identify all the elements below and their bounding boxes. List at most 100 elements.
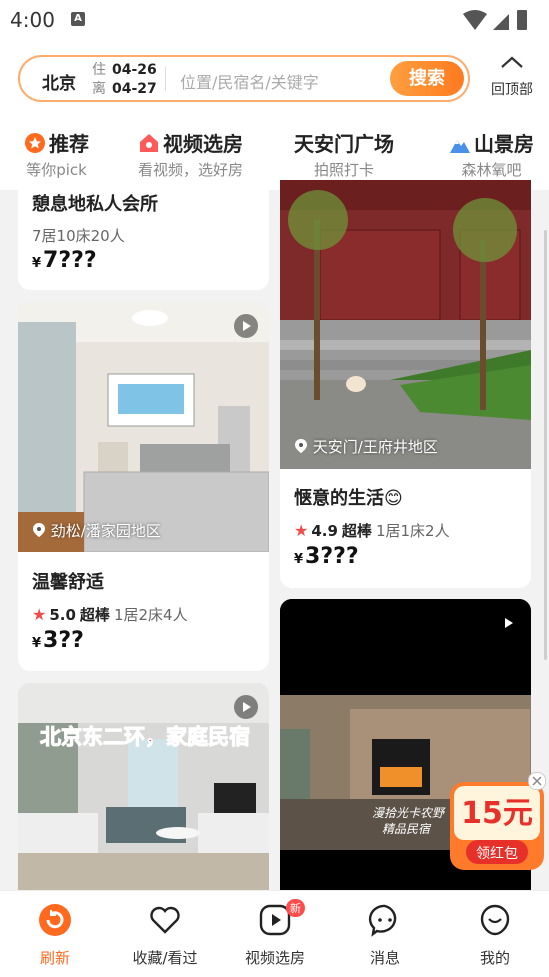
promo-label: 领红包 bbox=[476, 846, 518, 862]
mountain-icon bbox=[450, 140, 470, 153]
location-text: 天安门/王府井地区 bbox=[312, 438, 438, 456]
location-tag: 天安门/王府井地区 bbox=[294, 436, 438, 457]
search-bar[interactable]: 北京 住 04-26 离 04-27 位置/民宿名/关键字 搜索 bbox=[18, 55, 470, 102]
system-status-icons bbox=[463, 10, 527, 30]
back-to-top-button[interactable]: 回顶部 bbox=[484, 54, 540, 99]
listing-rating-row: ★ 4.9 超棒 1居1床2人 bbox=[294, 520, 450, 541]
tab-video-selection[interactable]: 视频选房 看视频，选好房 bbox=[138, 128, 243, 180]
tab-mountain-view[interactable]: 山景房 森林氧吧 bbox=[449, 128, 534, 180]
living-room-photo bbox=[18, 683, 269, 890]
city-selector[interactable]: 北京 bbox=[42, 69, 76, 94]
currency-symbol: ¥ bbox=[32, 256, 42, 271]
search-button[interactable]: 搜索 bbox=[390, 61, 464, 96]
rating-label: 超棒 bbox=[341, 522, 372, 540]
rating-score: 5.0 bbox=[49, 606, 76, 624]
tab-recommend-title: 推荐 bbox=[49, 132, 89, 156]
nav-video-selection[interactable]: 新 视频选房 bbox=[220, 899, 330, 968]
nav-refresh-label: 刷新 bbox=[39, 949, 70, 967]
nav-favorites[interactable]: 收藏/看过 bbox=[110, 903, 220, 968]
tab-mountain-sub: 森林氧吧 bbox=[461, 161, 522, 179]
promo-amount: 15元 bbox=[461, 796, 533, 831]
rating-score: 4.9 bbox=[311, 522, 338, 540]
nav-profile[interactable]: 我的 bbox=[440, 903, 549, 968]
video-play-icon[interactable] bbox=[234, 695, 258, 719]
nav-video-label: 视频选房 bbox=[244, 949, 305, 967]
tab-tiananmen-title: 天安门广场 bbox=[294, 132, 394, 156]
listing-price: ¥3??? bbox=[294, 544, 359, 569]
listing-rooms: 7居10床20人 bbox=[32, 227, 125, 245]
listing-card[interactable]: 天安门/王府井地区 惬意的生活😊 ★ 4.9 超棒 1居1床2人 ¥3??? bbox=[280, 180, 531, 588]
nav-messages-label: 消息 bbox=[369, 949, 400, 967]
listing-rooms: 1居1床2人 bbox=[375, 522, 450, 540]
listing-photo bbox=[18, 683, 269, 890]
profile-icon bbox=[480, 904, 510, 936]
status-time: 4:00 bbox=[10, 8, 55, 32]
chat-bubble-icon bbox=[368, 904, 397, 937]
nav-messages[interactable]: 消息 bbox=[330, 903, 440, 968]
video-play-icon[interactable] bbox=[234, 314, 258, 338]
search-input[interactable]: 位置/民宿名/关键字 bbox=[180, 69, 319, 93]
courtyard-photo bbox=[280, 180, 531, 469]
status-bar: 4:00 A bbox=[0, 0, 549, 40]
checkout-date: 04-27 bbox=[112, 81, 157, 97]
house-video-icon bbox=[140, 134, 158, 152]
listing-rating-row: ★ 5.0 超棒 1居2床4人 bbox=[32, 604, 188, 625]
listing-title: 温馨舒适 bbox=[32, 572, 104, 593]
red-packet-promo[interactable]: 15元 领红包 bbox=[448, 772, 546, 872]
location-pin-icon bbox=[33, 523, 45, 537]
location-text: 劲松/潘家园地区 bbox=[50, 522, 161, 540]
nav-profile-label: 我的 bbox=[479, 949, 510, 967]
currency-symbol: ¥ bbox=[294, 552, 304, 567]
listing-card[interactable]: 北京东二环，家庭民宿 bbox=[18, 683, 269, 890]
checkin-label: 住 bbox=[92, 62, 106, 78]
search-divider bbox=[165, 67, 166, 91]
listing-photo bbox=[18, 302, 269, 552]
listing-title: 憩息地私人会所 bbox=[32, 194, 158, 215]
price-value: 3??? bbox=[305, 544, 359, 569]
refresh-icon bbox=[39, 904, 71, 936]
listing-price: ¥7??? bbox=[32, 248, 97, 273]
tab-video-title: 视频选房 bbox=[163, 132, 243, 156]
nav-favorites-label: 收藏/看过 bbox=[132, 949, 198, 967]
nav-refresh[interactable]: 刷新 bbox=[0, 903, 110, 968]
chevron-up-icon bbox=[501, 56, 523, 68]
listing-photo bbox=[280, 180, 531, 469]
listing-card[interactable]: 憩息地私人会所 7居10床20人 ¥7??? bbox=[18, 180, 269, 290]
header: 北京 住 04-26 离 04-27 位置/民宿名/关键字 搜索 回顶部 推荐 等你… bbox=[0, 40, 549, 190]
badge-star-icon bbox=[25, 133, 45, 153]
video-caption-line-2: 精品民宿 bbox=[382, 822, 431, 836]
tab-video-sub: 看视频，选好房 bbox=[138, 161, 244, 179]
heart-icon bbox=[150, 906, 180, 934]
listing-price: ¥3?? bbox=[32, 628, 84, 653]
video-caption-line-1: 漫拾光卡农野 bbox=[372, 806, 445, 820]
date-selector[interactable]: 住 04-26 离 04-27 bbox=[92, 61, 157, 99]
notification-icon: A bbox=[71, 12, 85, 26]
tab-recommend-sub: 等你pick bbox=[26, 161, 87, 179]
bottom-navigation: 刷新 收藏/看过 新 视频选房 消息 我的 bbox=[0, 890, 549, 977]
location-tag: 劲松/潘家园地区 bbox=[32, 520, 161, 541]
video-play-icon[interactable] bbox=[496, 611, 520, 635]
video-overlay-text: 北京东二环，家庭民宿 bbox=[40, 725, 251, 750]
listing-rooms: 1居2床4人 bbox=[113, 606, 188, 624]
price-value: 7??? bbox=[43, 248, 97, 273]
star-icon: ★ bbox=[294, 521, 309, 540]
location-pin-icon bbox=[295, 439, 307, 453]
tab-tiananmen-sub: 拍照打卡 bbox=[313, 161, 374, 179]
price-value: 3?? bbox=[43, 628, 84, 653]
listing-title: 惬意的生活😊 bbox=[294, 488, 403, 509]
checkout-label: 离 bbox=[92, 81, 106, 97]
close-icon[interactable] bbox=[528, 772, 546, 790]
bedroom-photo bbox=[18, 302, 269, 552]
video-caption: 漫拾光卡农野 精品民宿 bbox=[372, 805, 444, 837]
tab-mountain-title: 山景房 bbox=[474, 132, 534, 156]
rating-label: 超棒 bbox=[79, 606, 110, 624]
checkin-date: 04-26 bbox=[112, 62, 157, 78]
scrollbar[interactable] bbox=[544, 230, 547, 660]
tab-recommend[interactable]: 推荐 等你pick bbox=[24, 128, 89, 180]
back-to-top-label: 回顶部 bbox=[491, 82, 533, 98]
tab-tiananmen[interactable]: 天安门广场 拍照打卡 bbox=[294, 128, 394, 180]
listing-card[interactable]: 劲松/潘家园地区 温馨舒适 ★ 5.0 超棒 1居2床4人 ¥3?? bbox=[18, 302, 269, 671]
currency-symbol: ¥ bbox=[32, 636, 42, 651]
star-icon: ★ bbox=[32, 605, 47, 624]
new-badge: 新 bbox=[286, 899, 305, 917]
